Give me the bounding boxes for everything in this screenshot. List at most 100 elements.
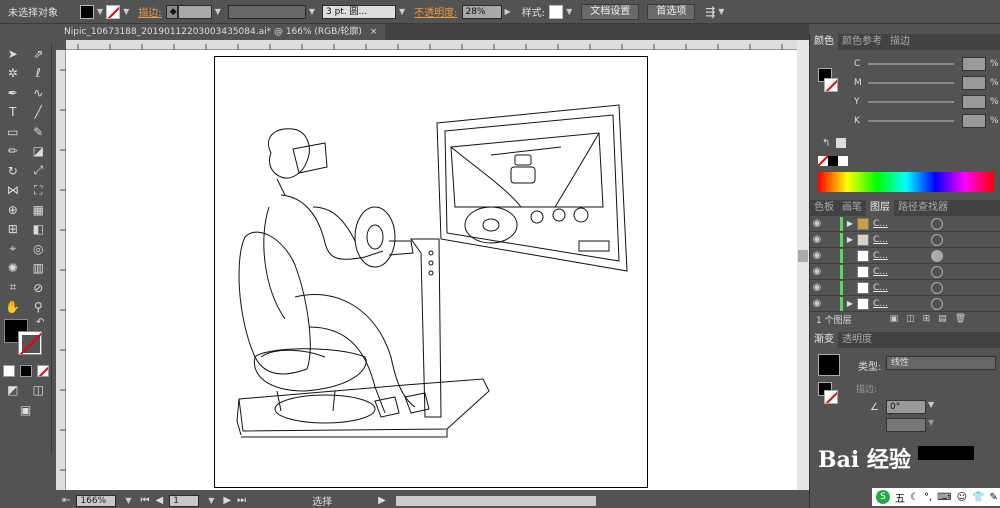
variable-width-profile[interactable] <box>227 4 306 19</box>
magenta-slider[interactable]: M% <box>810 73 1000 92</box>
tools-icon[interactable]: ✎ <box>989 492 997 503</box>
chevron-down-icon[interactable]: ▼ <box>208 496 214 505</box>
chevron-down-icon[interactable]: ▼ <box>215 7 221 16</box>
lasso-icon[interactable]: ℓ <box>29 65 47 81</box>
color-mode-icon[interactable] <box>2 364 15 377</box>
opacity-input[interactable]: 28% <box>461 4 502 19</box>
zoom-field[interactable]: 166% <box>76 494 117 507</box>
white-swatch[interactable] <box>838 156 848 166</box>
arrange-icon[interactable]: ⇶ <box>705 5 715 19</box>
target-icon[interactable] <box>931 265 943 278</box>
chevron-right-icon[interactable]: ▶ <box>378 495 386 506</box>
target-icon[interactable] <box>931 217 943 230</box>
cyan-slider[interactable]: C% <box>810 54 1000 73</box>
angle-input[interactable]: 0° <box>886 400 926 414</box>
clipping-mask-icon[interactable]: ◫ <box>906 314 915 324</box>
out-of-gamut-icon[interactable]: ↰ <box>822 138 830 149</box>
layer-row[interactable]: ◉ C... <box>810 264 1000 280</box>
rotate-tool-icon[interactable]: ↻ <box>4 163 22 179</box>
horizontal-scrollbar[interactable] <box>395 495 596 506</box>
tab-layers[interactable]: 图层 <box>866 200 894 216</box>
chevron-down-icon[interactable]: ▼ <box>125 496 131 505</box>
tab-brushes[interactable]: 画笔 <box>838 200 866 216</box>
close-icon[interactable]: × <box>370 24 378 40</box>
expand-arrow-icon[interactable]: ▶ <box>843 235 857 244</box>
new-sublayer-icon[interactable]: ⊞ <box>923 314 931 324</box>
yellow-slider[interactable]: Y% <box>810 92 1000 111</box>
chevron-down-icon[interactable]: ▼ <box>399 7 405 16</box>
stroke-swatch[interactable] <box>106 4 121 19</box>
user-icon[interactable]: ☺ <box>957 492 967 503</box>
pencil-icon[interactable]: ✏ <box>4 143 22 159</box>
mesh-tool-icon[interactable]: ⊞ <box>4 221 22 237</box>
horizontal-ruler[interactable] <box>66 40 797 50</box>
scale-tool-icon[interactable]: ⤢ <box>29 163 47 179</box>
free-transform-icon[interactable]: ⛶ <box>29 182 47 198</box>
document-setup-button[interactable]: 文档设置 <box>581 3 640 20</box>
web-safe-swatch[interactable] <box>836 138 846 148</box>
keyboard-icon[interactable]: ⌨ <box>937 492 951 503</box>
expand-arrow-icon[interactable]: ▶ <box>843 299 857 308</box>
preferences-button[interactable]: 首选项 <box>647 3 696 20</box>
chevron-down-icon[interactable]: ▼ <box>566 7 572 16</box>
layer-row[interactable]: ◉ ▶ C... <box>810 216 1000 232</box>
target-icon[interactable] <box>931 233 943 246</box>
eye-icon[interactable]: ◉ <box>810 298 824 309</box>
draw-inside-icon[interactable]: ◫ <box>29 382 47 398</box>
page-number-field[interactable]: 1 <box>169 494 200 507</box>
swap-colors-icon[interactable]: ↶ <box>36 317 44 328</box>
tab-transparency[interactable]: 透明度 <box>838 332 876 348</box>
canvas[interactable] <box>66 50 797 490</box>
tab-pathfinder[interactable]: 路径查找器 <box>894 200 952 216</box>
symbol-sprayer-icon[interactable]: ✺ <box>4 260 22 276</box>
fill-swatch[interactable] <box>80 4 94 19</box>
screen-mode-icon[interactable]: ▣ <box>17 402 35 418</box>
curvature-tool-icon[interactable]: ∿ <box>29 85 47 101</box>
direct-selection-tool-icon[interactable]: ⇗ <box>29 46 47 62</box>
pen-tool-icon[interactable]: ✒ <box>4 85 22 101</box>
black-swatch[interactable] <box>828 156 838 166</box>
chevron-down-icon[interactable]: ▼ <box>309 7 315 16</box>
new-layer-icon[interactable]: ▤ <box>938 314 947 324</box>
locate-object-icon[interactable]: ▣ <box>890 314 899 324</box>
blend-tool-icon[interactable]: ◎ <box>29 241 47 257</box>
tab-color-guide[interactable]: 颜色参考 <box>838 34 886 50</box>
chevron-down-icon[interactable]: ▼ <box>123 7 129 16</box>
none-swatch[interactable] <box>818 156 828 166</box>
chevron-down-icon[interactable]: ▼ <box>928 400 934 409</box>
slice-tool-icon[interactable]: ⊘ <box>29 280 47 296</box>
target-icon[interactable] <box>931 297 943 310</box>
rectangle-tool-icon[interactable]: ▭ <box>4 124 22 140</box>
target-icon[interactable] <box>931 249 943 262</box>
layer-row[interactable]: ◉ C... <box>810 280 1000 296</box>
punctuation-icon[interactable]: °, <box>924 492 932 503</box>
ime-mode[interactable]: 五 <box>895 490 905 505</box>
artboard-nav-icon[interactable]: ⇤ <box>62 495 70 506</box>
layer-row[interactable]: ◉ ▶ C... <box>810 296 1000 312</box>
zoom-tool-icon[interactable]: ⚲ <box>29 299 47 315</box>
chevron-down-icon[interactable]: ▼ <box>718 7 724 16</box>
last-page-icon[interactable]: ⏭ <box>237 495 246 506</box>
stroke-weight-input[interactable] <box>177 4 212 19</box>
selection-tool-icon[interactable]: ➤ <box>4 46 22 62</box>
hand-tool-icon[interactable]: ✋ <box>4 299 22 315</box>
stroke-stepper[interactable]: ◆ <box>165 4 178 19</box>
magic-wand-icon[interactable]: ✲ <box>4 65 22 81</box>
layer-row[interactable]: ◉ ▶ C... <box>810 232 1000 248</box>
trash-icon[interactable]: 🗑 <box>955 314 966 324</box>
perspective-grid-icon[interactable]: ▦ <box>29 202 47 218</box>
type-tool-icon[interactable]: T <box>4 104 22 120</box>
eye-icon[interactable]: ◉ <box>810 250 824 261</box>
tab-stroke[interactable]: 描边 <box>886 34 914 50</box>
line-tool-icon[interactable]: ╱ <box>29 104 47 120</box>
ime-bar[interactable]: S 五 ☾ °, ⌨ ☺ 👕 ✎ <box>872 488 1000 506</box>
brush-definition[interactable]: 3 pt. 圆... <box>322 4 396 19</box>
moon-icon[interactable]: ☾ <box>910 492 919 503</box>
gradient-mode-icon[interactable] <box>19 364 32 377</box>
eraser-icon[interactable]: ◪ <box>29 143 47 159</box>
aspect-ratio-input[interactable] <box>886 418 926 432</box>
gradient-preview[interactable] <box>818 354 840 376</box>
eye-icon[interactable]: ◉ <box>810 266 824 277</box>
skin-icon[interactable]: 👕 <box>972 492 984 503</box>
none-mode-icon[interactable] <box>36 364 49 377</box>
